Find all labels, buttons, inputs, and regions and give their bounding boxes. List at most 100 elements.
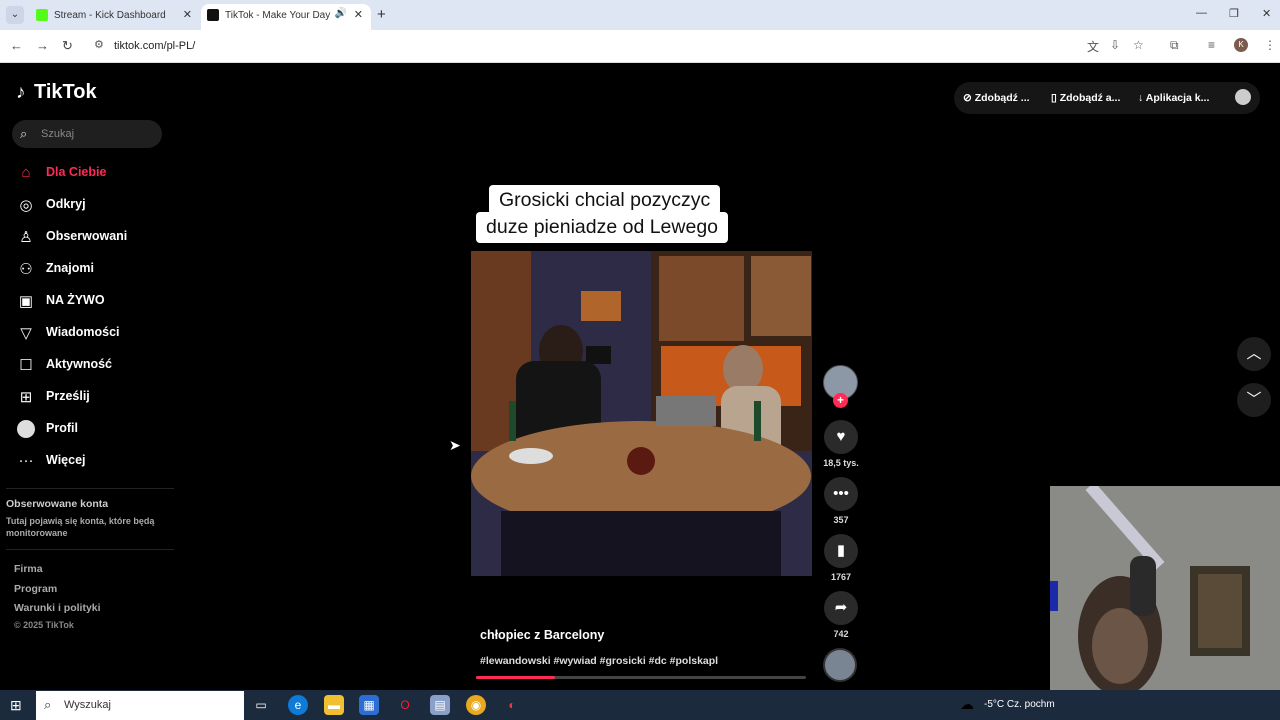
tab-tiktok[interactable]: TikTok - Make Your Day 🔊 ✕ <box>201 4 371 30</box>
get-coins-button[interactable]: ⊘ Zdobądź ... <box>963 92 1030 104</box>
profile-avatar[interactable]: K <box>1234 38 1248 52</box>
tiktok-logo[interactable]: ♪ TikTok <box>16 81 97 104</box>
sidebar-item-live[interactable]: ▣ NA ŻYWO <box>16 290 176 312</box>
store-icon[interactable]: ▦ <box>359 695 379 715</box>
save-count: 1767 <box>830 572 852 582</box>
webcam-image <box>1050 486 1280 690</box>
media-controls-icon[interactable]: ≡ <box>1208 38 1215 52</box>
webcam-overlay <box>1050 486 1280 690</box>
sidebar-item-more[interactable]: ··· Więcej <box>16 450 176 472</box>
follow-plus-icon[interactable]: + <box>833 393 848 408</box>
share-icon[interactable]: ➦ <box>824 591 858 625</box>
search-placeholder: Szukaj <box>41 128 75 140</box>
app-icon[interactable]: ◐ <box>502 695 522 715</box>
video-progress-bar[interactable] <box>476 676 806 679</box>
activity-icon: ☐ <box>19 357 33 374</box>
comment-icon[interactable]: ••• <box>824 477 858 511</box>
following-icon: ♙ <box>19 229 33 246</box>
taskbar-search[interactable]: ⌕ Wyszukaj <box>36 691 244 720</box>
get-app-button[interactable]: ▯ Zdobądź a... <box>1051 92 1120 104</box>
weather-text[interactable]: -5°C Cz. pochm <box>984 699 1055 710</box>
search-input[interactable]: ⌕ Szukaj <box>12 120 162 148</box>
friends-icon: ⚇ <box>19 261 33 278</box>
opera-icon[interactable]: O <box>395 695 415 715</box>
button-label: Aplikacja k... <box>1145 92 1210 104</box>
footer-link-company[interactable]: Firma <box>14 563 43 575</box>
close-icon[interactable]: ✕ <box>183 8 192 21</box>
video-player[interactable] <box>471 251 812 576</box>
tiktok-page: ♪ TikTok ⌕ Szukaj ⌂ Dla Ciebie ◎ Odkryj ♙… <box>0 63 1280 690</box>
sidebar-item-messages[interactable]: ▽ Wiadomości <box>16 322 176 344</box>
url-field[interactable]: ⚙ tiktok.com/pl-PL/ <box>90 34 1080 58</box>
next-video-button[interactable]: ﹀ <box>1237 383 1271 417</box>
browser-menu-icon[interactable]: ⋮ <box>1264 38 1276 52</box>
music-disc-avatar[interactable] <box>823 648 857 682</box>
sidebar-item-for-you[interactable]: ⌂ Dla Ciebie <box>16 162 176 184</box>
save-action[interactable]: ▮ 1767 <box>823 534 859 582</box>
previous-video-button[interactable]: ︿ <box>1237 337 1271 371</box>
footer-link-program[interactable]: Program <box>14 583 57 595</box>
site-info-icon[interactable]: ⚙ <box>94 38 104 51</box>
desktop-app-button[interactable]: ↓ Aplikacja k... <box>1138 92 1209 104</box>
sidebar-item-profile[interactable]: Profil <box>16 418 176 440</box>
sidebar-item-label: Więcej <box>46 453 86 467</box>
sidebar-item-upload[interactable]: ⊞ Prześlij <box>16 386 176 408</box>
video-author[interactable]: chłopiec z Barcelony <box>480 628 604 642</box>
sidebar-item-activity[interactable]: ☐ Aktywność <box>16 354 176 376</box>
url-text: tiktok.com/pl-PL/ <box>114 40 196 52</box>
weather-icon[interactable]: ☁ <box>960 696 974 713</box>
copyright: © 2025 TikTok <box>14 620 74 630</box>
sidebar-item-label: Znajomi <box>46 261 94 275</box>
window-close-button[interactable]: ✕ <box>1262 7 1271 20</box>
install-icon[interactable]: ⇩ <box>1110 38 1120 52</box>
close-icon[interactable]: ✕ <box>354 8 363 21</box>
heart-icon[interactable]: ♥ <box>824 420 858 454</box>
coin-icon: ⊘ <box>963 92 975 104</box>
sidebar-item-friends[interactable]: ⚇ Znajomi <box>16 258 176 280</box>
sidebar-item-following[interactable]: ♙ Obserwowani <box>16 226 176 248</box>
extensions-icon[interactable]: ⧉ <box>1170 38 1179 53</box>
button-label: Zdobądź a... <box>1059 92 1121 104</box>
share-action[interactable]: ➦ 742 <box>823 591 859 639</box>
sidebar-item-label: Wiadomości <box>46 325 120 339</box>
followed-accounts-desc: Tutaj pojawią się konta, które będą moni… <box>6 516 155 538</box>
sidebar-item-label: Profil <box>46 421 78 435</box>
minimize-button[interactable]: — <box>1196 7 1207 19</box>
task-view-icon[interactable]: ▭ <box>251 695 271 715</box>
divider <box>6 488 174 489</box>
share-count: 742 <box>833 629 849 639</box>
app-icon[interactable]: ▤ <box>430 695 450 715</box>
bookmark-icon[interactable]: ▮ <box>824 534 858 568</box>
speaker-icon[interactable]: 🔊 <box>335 8 347 19</box>
chrome-icon[interactable]: ◉ <box>466 695 486 715</box>
bookmark-star-icon[interactable]: ☆ <box>1133 38 1144 52</box>
search-icon: ⌕ <box>44 697 52 712</box>
back-icon[interactable]: ← <box>10 38 23 53</box>
translate-icon[interactable]: 文 <box>1087 38 1099 55</box>
windows-start-icon[interactable]: ⊞ <box>10 697 22 714</box>
file-explorer-icon[interactable]: ▬ <box>324 695 344 715</box>
followed-accounts-title: Obserwowane konta <box>6 498 109 510</box>
home-icon: ⌂ <box>21 164 31 181</box>
forward-icon[interactable]: → <box>36 38 49 53</box>
tiktok-note-icon: ♪ <box>16 82 26 103</box>
footer-link-terms[interactable]: Warunki i polityki <box>14 602 101 614</box>
reload-icon[interactable]: ↻ <box>62 38 73 54</box>
restore-button[interactable]: ❐ <box>1229 7 1239 20</box>
edge-icon[interactable]: e <box>288 695 308 715</box>
user-avatar[interactable] <box>1235 89 1251 105</box>
comment-action[interactable]: ••• 357 <box>823 477 859 525</box>
like-count: 18,5 tys. <box>823 458 859 468</box>
tab-kick-dashboard[interactable]: Stream - Kick Dashboard ✕ <box>30 4 200 30</box>
tab-search-button[interactable]: ⌄ <box>6 6 24 24</box>
mouse-cursor: ➤ <box>449 437 461 453</box>
like-action[interactable]: ♥ 18,5 tys. <box>823 420 859 468</box>
windows-taskbar: ⊞ ⌕ Wyszukaj ▭ e ▬ ▦ O ▤ ◉ ◐ ☁ -5°C Cz. … <box>0 690 1280 720</box>
sidebar-item-label: NA ŻYWO <box>46 293 105 307</box>
browser-tab-bar: ⌄ Stream - Kick Dashboard ✕ TikTok - Mak… <box>0 0 1280 30</box>
avatar <box>17 420 35 438</box>
video-hashtags[interactable]: #lewandowski #wywiad #grosicki #dc #pols… <box>480 655 718 667</box>
phone-icon: ▯ <box>1051 92 1060 104</box>
new-tab-button[interactable]: + <box>377 6 386 23</box>
sidebar-item-explore[interactable]: ◎ Odkryj <box>16 194 176 216</box>
